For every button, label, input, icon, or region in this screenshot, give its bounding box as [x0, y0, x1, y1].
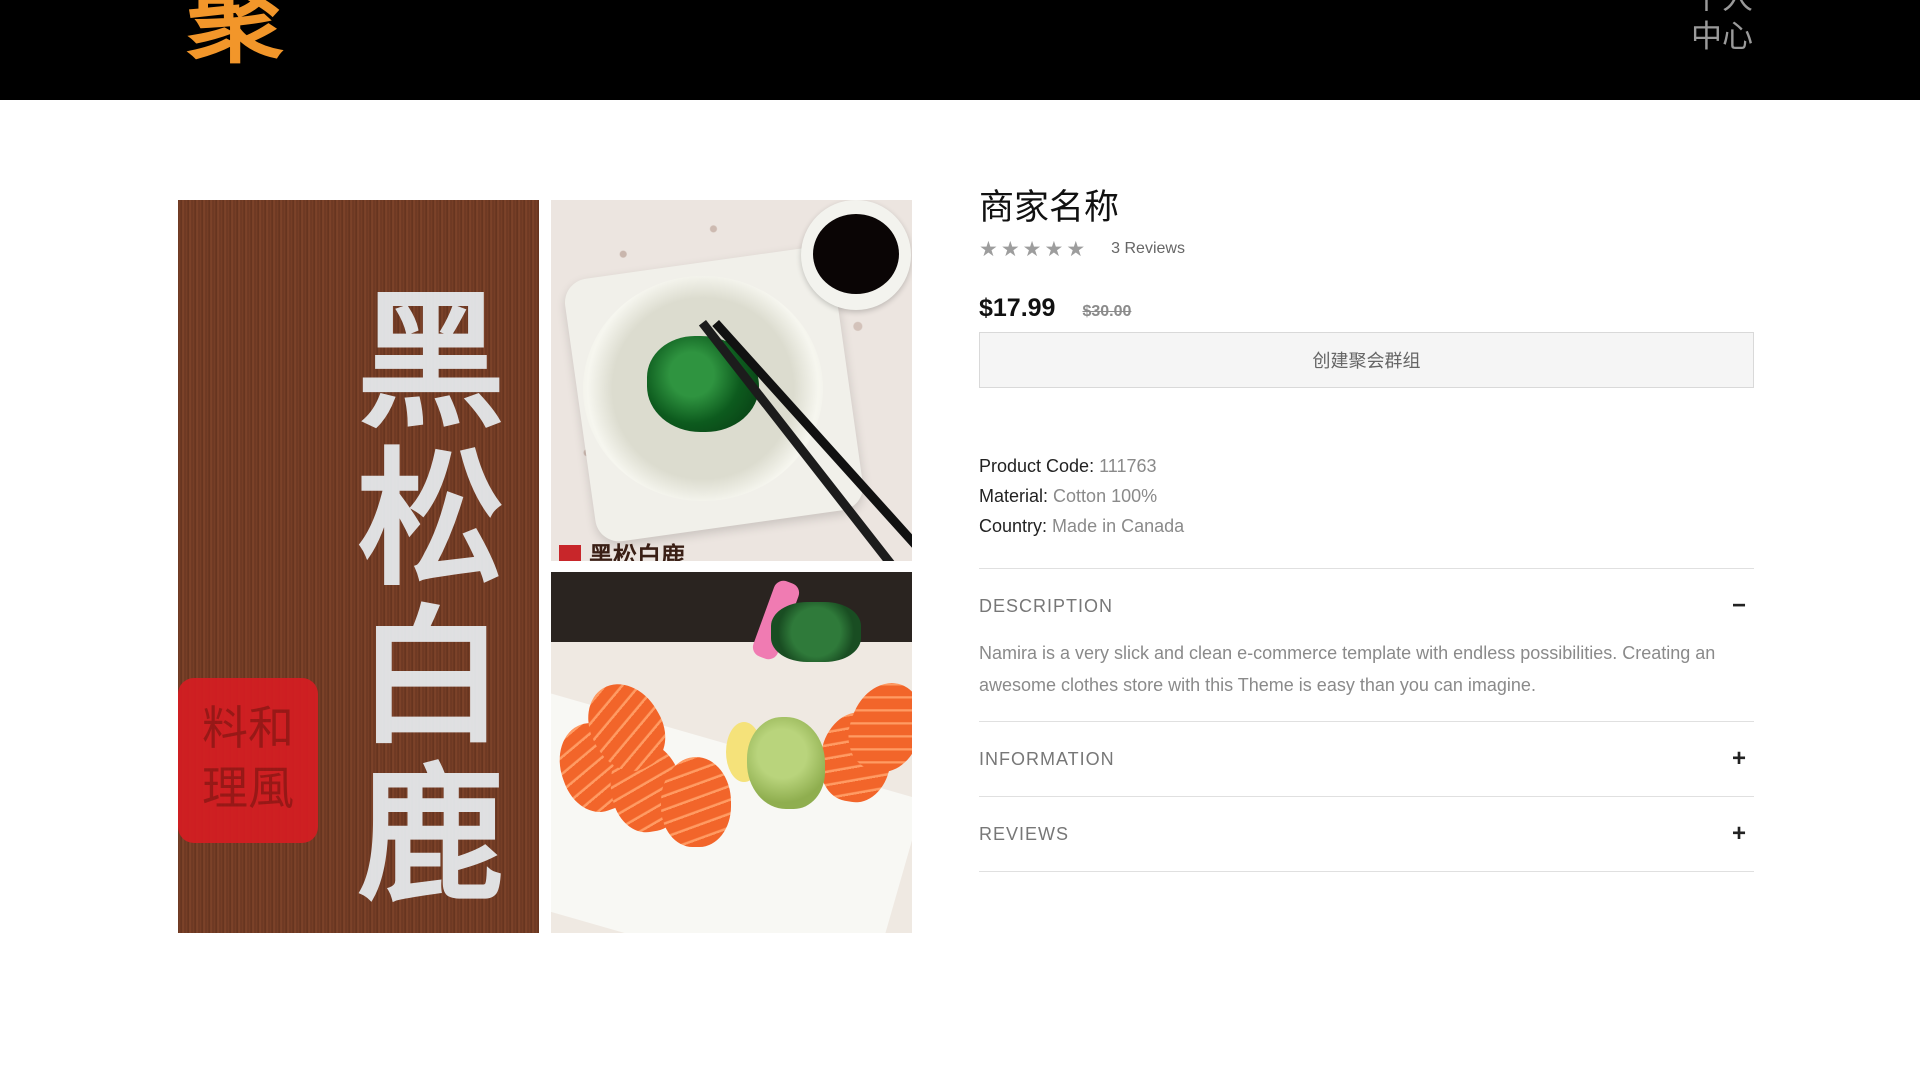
product-title: 商家名称	[979, 188, 1120, 228]
spec-label: Country:	[979, 516, 1048, 536]
product-specs: Product Code: 111763 Material: Cotton 10…	[979, 451, 1754, 541]
price-row: $17.99 $30.00	[979, 294, 1754, 324]
plate-brand: 黑松白鹿	[559, 536, 685, 561]
original-price: $30.00	[1082, 303, 1132, 320]
accordion-reviews: REVIEWS +	[979, 797, 1754, 872]
wasabi	[747, 717, 825, 809]
star-icon: ★	[1022, 237, 1042, 261]
rating-row: ★ ★ ★ ★ ★ 3 Reviews	[979, 237, 1754, 261]
product-accordion: DESCRIPTION − Namira is a very slick and…	[979, 568, 1754, 872]
top-navigation-bar: 聚 个人中心	[0, 0, 1920, 100]
spec-value: Cotton 100%	[1053, 486, 1158, 506]
spec-label: Material:	[979, 486, 1049, 506]
accordion-title: DESCRIPTION	[979, 595, 1114, 616]
seal-text: 料和理風	[202, 701, 294, 815]
spec-value: 111763	[1099, 456, 1157, 476]
site-logo[interactable]: 聚	[187, 0, 283, 68]
star-icon: ★	[1044, 237, 1064, 261]
salmon-slice	[661, 757, 731, 847]
spec-value: Made in Canada	[1052, 516, 1185, 536]
accordion-header-information[interactable]: INFORMATION +	[979, 722, 1754, 796]
gallery-image-seaweed-salad[interactable]: 黑松白鹿	[551, 200, 912, 561]
star-rating: ★ ★ ★ ★ ★	[979, 239, 1085, 260]
gallery-image-signboard[interactable]: 黑松白鹿 料和理風	[178, 200, 539, 933]
spec-country: Country: Made in Canada	[979, 511, 1754, 541]
accordion-header-description[interactable]: DESCRIPTION −	[979, 569, 1754, 643]
description-text: Namira is a very slick and clean e-comme…	[979, 643, 1716, 695]
spec-material: Material: Cotton 100%	[979, 481, 1754, 511]
accordion-header-reviews[interactable]: REVIEWS +	[979, 797, 1754, 871]
collapse-icon[interactable]: −	[1724, 592, 1754, 620]
star-icon: ★	[979, 237, 998, 261]
product-details: 商家名称 ★ ★ ★ ★ ★ 3 Reviews $17.99 $30.00 创…	[979, 186, 1754, 872]
soy-sauce-dish	[801, 200, 911, 310]
create-group-button[interactable]: 创建聚会群组	[979, 332, 1754, 388]
accordion-title: INFORMATION	[979, 748, 1115, 769]
plate-brand-text: 黑松白鹿	[589, 541, 685, 561]
reviews-count-link[interactable]: 3 Reviews	[1111, 240, 1185, 258]
red-seal-stamp: 料和理風	[178, 678, 318, 843]
garnish-greenery	[771, 602, 861, 662]
spec-product-code: Product Code: 111763	[979, 451, 1754, 481]
account-center-link[interactable]: 个人中心	[1690, 0, 1754, 56]
star-icon: ★	[1066, 237, 1086, 261]
expand-icon[interactable]: +	[1724, 745, 1754, 773]
expand-icon[interactable]: +	[1724, 820, 1754, 848]
spec-label: Product Code:	[979, 456, 1095, 476]
gallery-image-salmon-sashimi[interactable]	[551, 572, 912, 933]
calligraphy-text: 黑松白鹿	[357, 274, 505, 922]
accordion-title: REVIEWS	[979, 823, 1070, 844]
accordion-description: DESCRIPTION − Namira is a very slick and…	[979, 569, 1754, 722]
star-icon: ★	[1000, 237, 1020, 261]
current-price: $17.99	[979, 294, 1056, 322]
accordion-information: INFORMATION +	[979, 722, 1754, 797]
